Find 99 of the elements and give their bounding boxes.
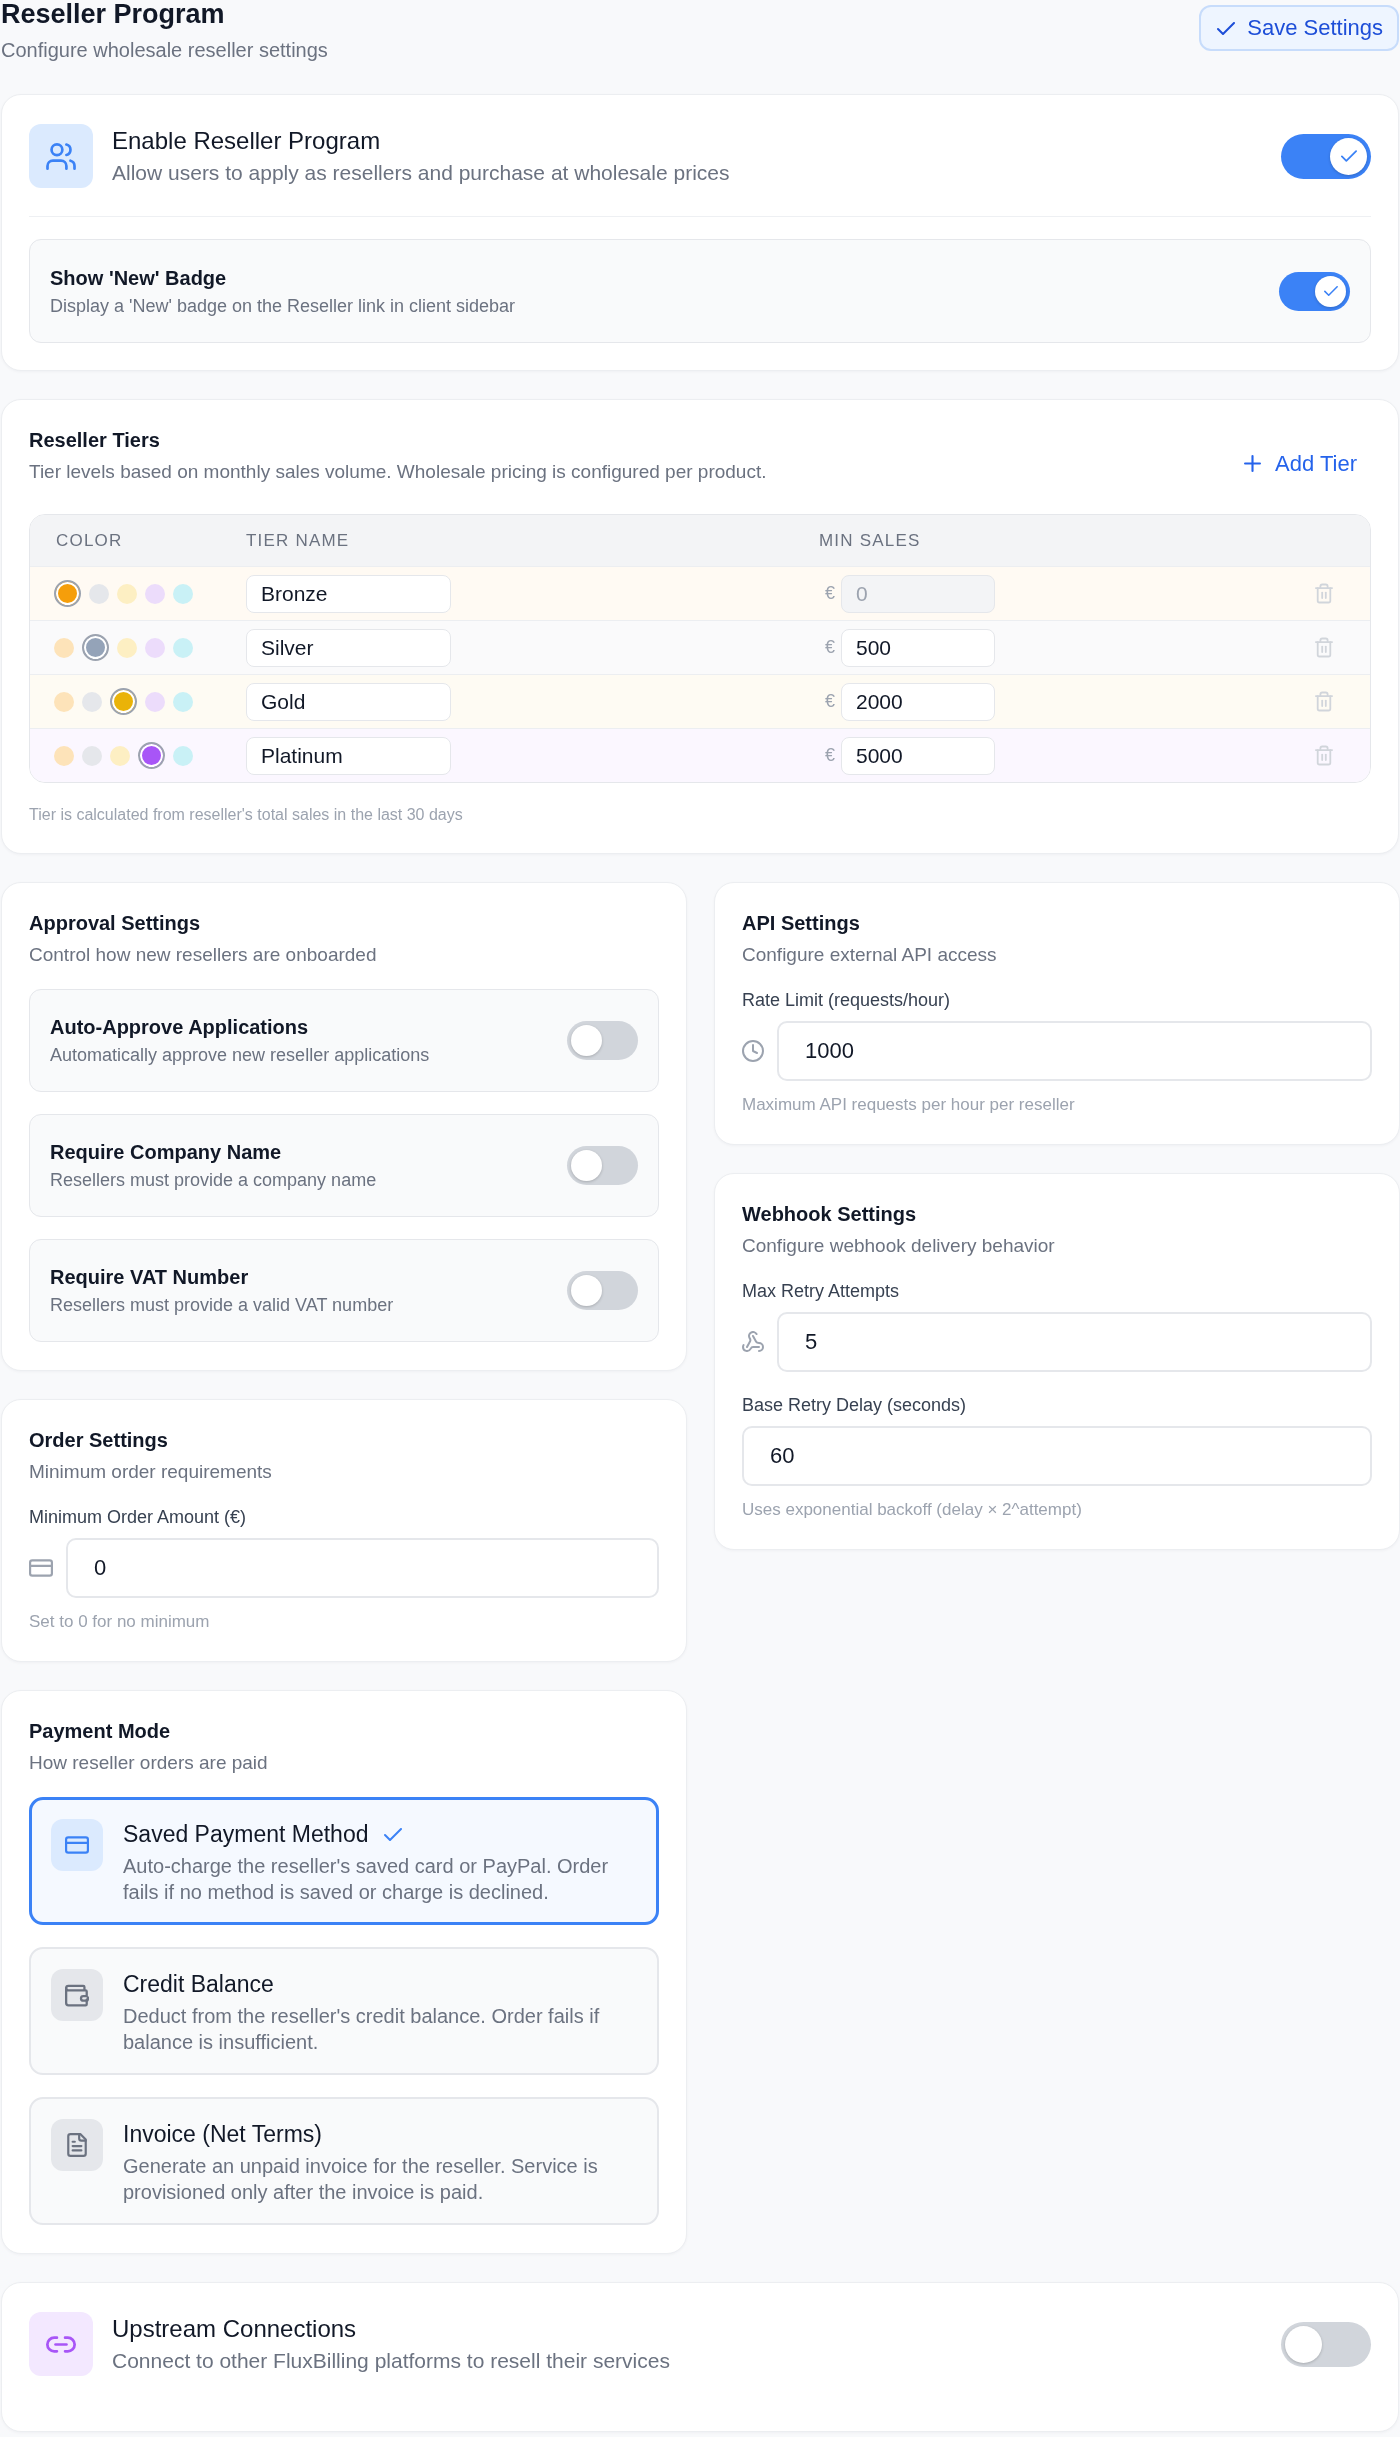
color-swatch[interactable] — [145, 637, 165, 658]
column-header: MIN SALES — [819, 530, 922, 551]
payment-option[interactable]: Saved Payment Method Auto-charge the reseller's saved card or PayPal. Order fails if no method is saved or charge is declined. — [29, 1797, 659, 1925]
field-label: Minimum Order Amount (€) — [29, 1506, 248, 1528]
color-swatch[interactable] — [117, 637, 137, 658]
option-description: Auto-charge the reseller's saved card or PayPal. Order fails if no method is saved or charge is declined. — [123, 1854, 610, 1905]
section-title: Payment Mode — [29, 1719, 172, 1744]
section-description: Tier levels based on monthly sales volume. Wholesale pricing is configured per product. — [29, 460, 767, 484]
trash-icon[interactable] — [1315, 745, 1333, 766]
min-sales-field[interactable]: 500 — [841, 628, 995, 667]
section-description: Control how new resellers are onboarded — [29, 943, 378, 967]
section-description: Configure external API access — [742, 943, 998, 967]
setting-description: Automatically approve new reseller applications — [50, 1044, 431, 1067]
color-swatch[interactable] — [54, 637, 74, 658]
color-swatch[interactable] — [173, 745, 193, 766]
option-title: Invoice (Net Terms) — [123, 2120, 322, 2149]
field-label: Rate Limit (requests/hour) — [742, 989, 952, 1011]
column-header: COLOR — [56, 530, 124, 551]
check-icon — [1217, 21, 1236, 35]
document-icon — [51, 2119, 103, 2171]
section-title: Reseller Tiers — [29, 428, 161, 453]
check-icon — [1340, 150, 1357, 162]
tier-name-field[interactable]: Platinum — [246, 736, 451, 775]
page-subtitle: Configure wholesale reseller settings — [1, 38, 328, 62]
help-text: Maximum API requests per hour per reseller — [742, 1094, 1076, 1116]
option-title: Credit Balance — [123, 1970, 274, 1999]
currency-symbol: € — [825, 637, 835, 658]
color-swatch[interactable] — [110, 745, 130, 766]
credit-card-icon — [29, 1559, 53, 1577]
color-swatch[interactable] — [54, 745, 74, 766]
setting-title: Auto-Approve Applications — [50, 1015, 310, 1040]
trash-icon[interactable] — [1315, 691, 1333, 712]
field-label: Max Retry Attempts — [742, 1280, 901, 1302]
plus-icon — [1244, 455, 1262, 472]
section-title: API Settings — [742, 911, 861, 936]
input-field[interactable]: 60 — [742, 1426, 1372, 1486]
users-icon — [29, 124, 93, 188]
webhook-icon — [742, 1331, 764, 1353]
payment-option[interactable]: Invoice (Net Terms) Generate an unpaid invoice for the reseller. Service is provisioned only after the invoice is paid. — [29, 2097, 659, 2225]
color-swatch[interactable] — [145, 691, 165, 712]
setting-title: Require VAT Number — [50, 1265, 250, 1290]
check-icon — [1323, 286, 1338, 296]
trash-icon[interactable] — [1315, 583, 1333, 604]
color-swatch[interactable] — [138, 742, 165, 769]
min-sales-field[interactable]: 5000 — [841, 736, 995, 775]
section-description: How reseller orders are paid — [29, 1751, 269, 1775]
setting-description: Display a 'New' badge on the Reseller link in client sidebar — [50, 294, 517, 318]
toggle-switch[interactable] — [567, 1271, 638, 1310]
section-title: Webhook Settings — [742, 1202, 918, 1227]
trash-icon[interactable] — [1315, 637, 1333, 658]
help-text: Set to 0 for no minimum — [29, 1611, 211, 1633]
field-label: Base Retry Delay (seconds) — [742, 1394, 968, 1416]
currency-symbol: € — [825, 691, 835, 712]
color-swatch[interactable] — [173, 637, 193, 658]
wallet-icon — [51, 1969, 103, 2021]
section-description: Minimum order requirements — [29, 1460, 273, 1484]
option-description: Deduct from the reseller's credit balance. Order fails if balance is insufficient. — [123, 2004, 601, 2055]
tier-name-field[interactable]: Silver — [246, 628, 451, 667]
input-field[interactable]: 1000 — [777, 1021, 1372, 1081]
color-swatch[interactable] — [110, 688, 137, 715]
setting-title: Require Company Name — [50, 1140, 283, 1165]
setting-title: Enable Reseller Program — [112, 125, 382, 156]
section-description: Configure webhook delivery behavior — [742, 1234, 1056, 1258]
toggle-switch[interactable] — [567, 1146, 638, 1185]
setting-title: Show 'New' Badge — [50, 265, 228, 291]
currency-symbol: € — [825, 583, 835, 604]
toggle-switch[interactable] — [567, 1021, 638, 1060]
toggle-switch[interactable] — [1281, 133, 1371, 179]
setting-description: Resellers must provide a valid VAT number — [50, 1294, 395, 1317]
input-field[interactable]: 0 — [66, 1538, 659, 1598]
check-icon — [384, 1827, 403, 1841]
setting-title: Upstream Connections — [112, 2313, 358, 2344]
color-swatch[interactable] — [82, 634, 109, 661]
link-icon — [29, 2312, 93, 2376]
tier-name-field[interactable]: Gold — [246, 682, 451, 721]
credit-card-icon — [51, 1819, 103, 1871]
payment-option[interactable]: Credit Balance Deduct from the reseller's credit balance. Order fails if balance is insufficient. — [29, 1947, 659, 2075]
min-sales-field[interactable]: 2000 — [841, 682, 995, 721]
toggle-switch[interactable] — [1281, 2321, 1371, 2367]
color-swatch[interactable] — [173, 691, 193, 712]
save-button[interactable]: Save Settings — [1199, 5, 1399, 51]
toggle-switch[interactable] — [1279, 271, 1350, 311]
section-title: Order Settings — [29, 1428, 169, 1453]
setting-description: Connect to other FluxBilling platforms to resell their services — [112, 2347, 671, 2374]
setting-description: Resellers must provide a company name — [50, 1169, 378, 1192]
setting-description: Allow users to apply as resellers and purchase at wholesale prices — [112, 159, 731, 186]
color-swatch[interactable] — [54, 691, 74, 712]
footnote: Tier is calculated from reseller's total sales in the last 30 days — [29, 805, 464, 825]
option-description: Generate an unpaid invoice for the reseller. Service is provisioned only after the invoice is paid. — [123, 2154, 599, 2205]
input-field[interactable]: 5 — [777, 1312, 1372, 1372]
color-swatch[interactable] — [82, 691, 102, 712]
currency-symbol: € — [825, 745, 835, 766]
page-title: Reseller Program — [1, 0, 226, 28]
section-title: Approval Settings — [29, 911, 202, 936]
clock-icon — [742, 1040, 764, 1062]
column-header: TIER NAME — [246, 530, 351, 551]
option-title: Saved Payment Method — [123, 1820, 369, 1849]
help-text: Uses exponential backoff (delay × 2^attempt) — [742, 1499, 1083, 1521]
add-tier-button[interactable]: Add Tier — [1244, 444, 1371, 483]
